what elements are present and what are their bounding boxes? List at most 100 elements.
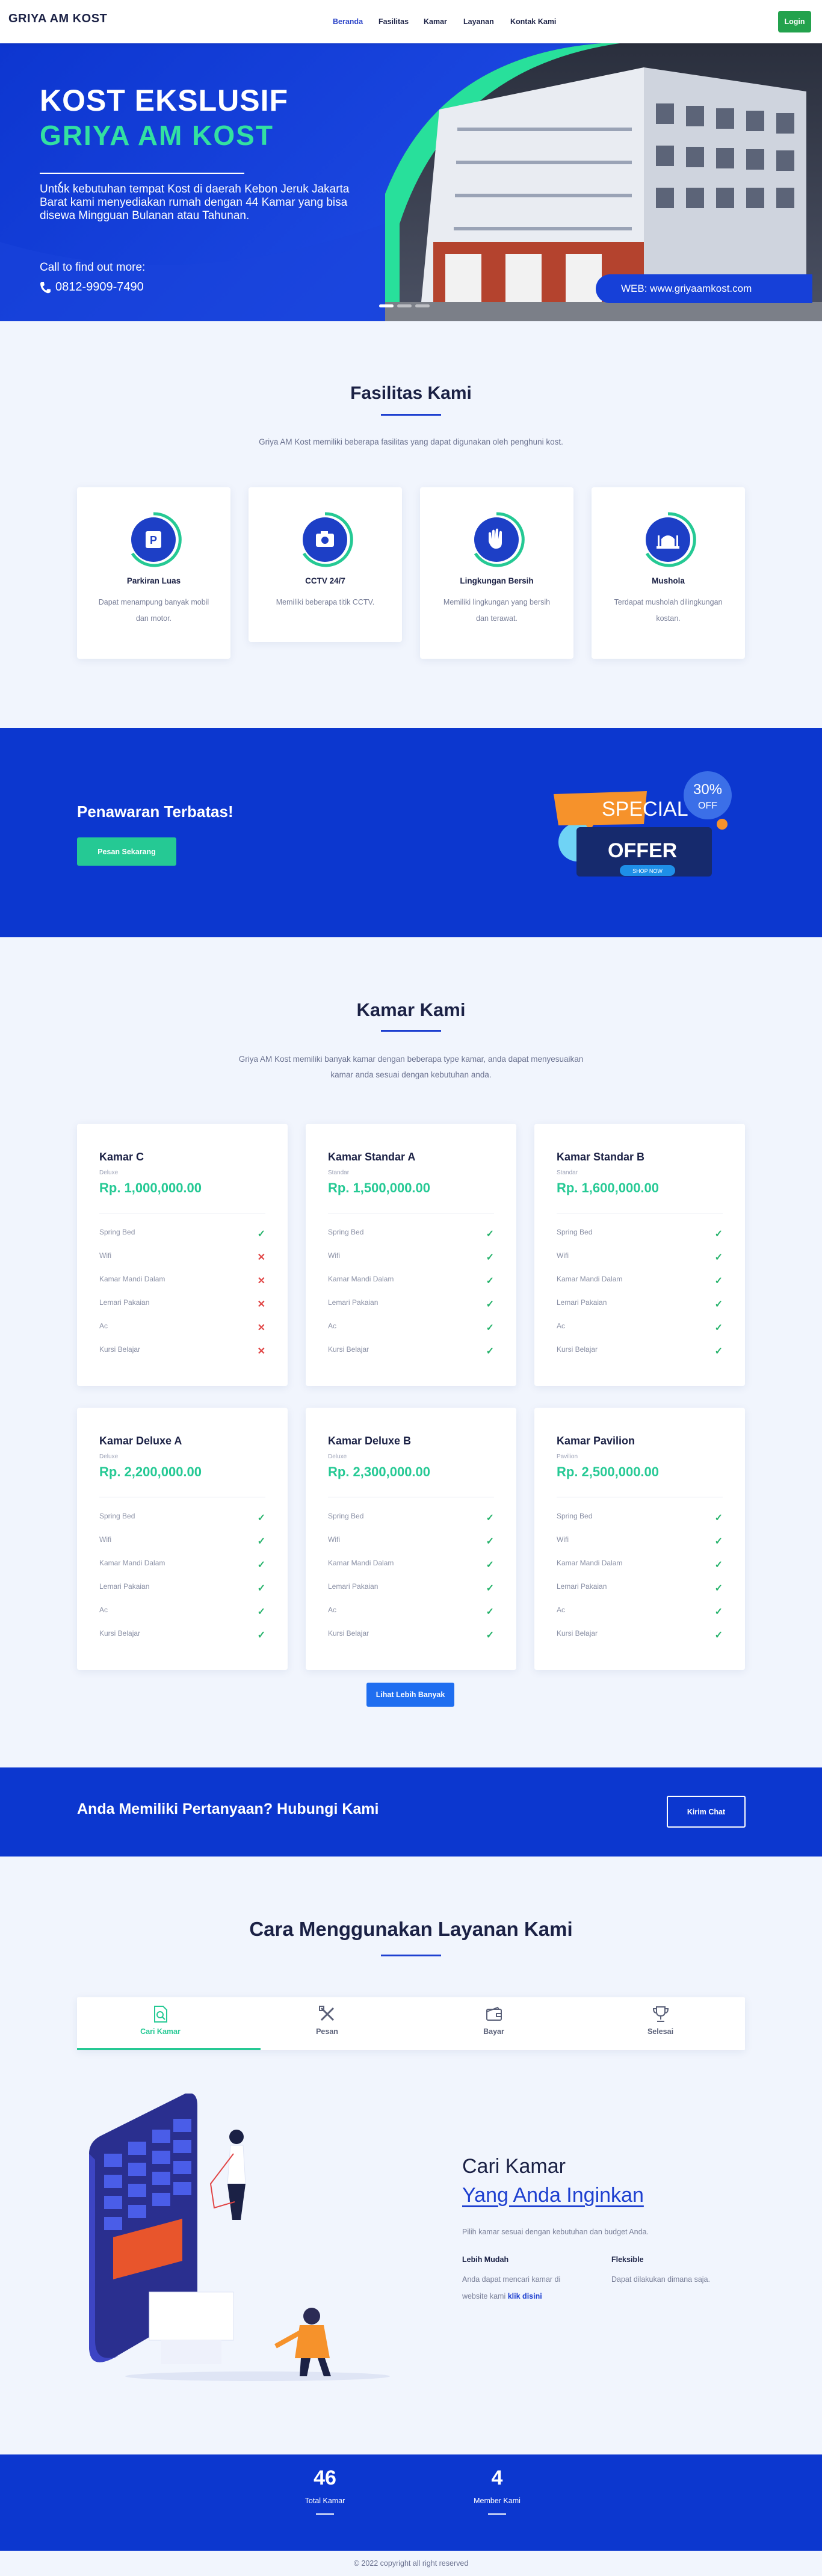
room-price: Rp. 1,600,000.00: [557, 1180, 660, 1195]
click-here-link[interactable]: klik disini: [508, 2292, 542, 2300]
hero-title-brand: GRIYA AM KOST: [40, 120, 274, 151]
login-button[interactable]: Login: [778, 11, 811, 32]
check-icon: ✓: [257, 1229, 265, 1239]
nav-link-beranda[interactable]: Beranda: [333, 17, 363, 26]
check-icon: ✓: [486, 1253, 494, 1263]
hero-phone-number: 0812-9909-7490: [55, 280, 144, 294]
room-tier: Deluxe: [99, 1169, 119, 1176]
nav-link-kontak[interactable]: Kontak Kami: [510, 17, 556, 26]
room-feature: Kamar Mandi Dalam ✓: [99, 1559, 265, 1571]
tab-cari-kamar[interactable]: Cari Kamar: [77, 1997, 261, 2050]
check-icon: ✓: [257, 1630, 265, 1641]
facility-title: CCTV 24/7: [305, 576, 345, 585]
mosque-icon: [645, 512, 696, 567]
nav-link-fasilitas[interactable]: Fasilitas: [379, 17, 409, 26]
room-name: Kamar C: [99, 1151, 144, 1163]
room-tier: Deluxe: [328, 1453, 347, 1460]
room-feature-label: Kamar Mandi Dalam: [557, 1559, 623, 1567]
check-icon: ✓: [257, 1536, 265, 1547]
room-feature: Wifi ✓: [557, 1251, 723, 1263]
room-feature-label: Kamar Mandi Dalam: [99, 1559, 165, 1567]
cross-icon: ✕: [257, 1346, 265, 1357]
check-icon: ✓: [486, 1276, 494, 1286]
badge-off-text: OFF: [698, 801, 717, 811]
order-now-button[interactable]: Pesan Sekarang: [77, 837, 176, 866]
cross-icon: ✕: [257, 1323, 265, 1333]
cross-icon: ✕: [257, 1299, 265, 1310]
rooms-subtitle: kamar anda sesuai dengan kebutuhan anda.: [330, 1070, 492, 1079]
feature-desc-line: website kami klik disini: [462, 2288, 542, 2305]
nav-link-kamar[interactable]: Kamar: [424, 17, 447, 26]
facility-desc: Memiliki lingkungan yang bersih dan tera…: [443, 598, 551, 623]
brand-logo[interactable]: GRIYA AM KOST: [8, 12, 107, 26]
contact-title: Anda Memiliki Pertanyaan? Hubungi Kami: [77, 1801, 379, 1817]
hero-divider: [40, 173, 244, 174]
room-feature-label: Kursi Belajar: [328, 1345, 369, 1354]
hero-phone[interactable]: 0812-9909-7490: [40, 280, 144, 294]
room-feature-label: Wifi: [328, 1251, 340, 1260]
check-icon: ✓: [257, 1560, 265, 1570]
room-price: Rp. 2,500,000.00: [557, 1464, 660, 1479]
room-feature-label: Lemari Pakaian: [99, 1582, 150, 1591]
check-icon: ✓: [714, 1253, 723, 1263]
badge-percent-text: 30%: [693, 781, 722, 798]
tab-selesai[interactable]: Selesai: [577, 1997, 744, 2050]
room-feature-label: Spring Bed: [557, 1228, 593, 1236]
tab-bayar[interactable]: Bayar: [410, 1997, 577, 2050]
room-feature: Wifi ✓: [99, 1535, 265, 1547]
slider-dot[interactable]: [397, 304, 412, 307]
room-feature: Kamar Mandi Dalam ✓: [557, 1275, 723, 1287]
facilities-title: Fasilitas Kami: [350, 383, 472, 403]
facility-desc: Dapat menampung banyak mobil dan motor.: [98, 598, 209, 623]
room-feature: Wifi ✓: [328, 1251, 494, 1263]
room-feature: Spring Bed ✓: [557, 1228, 723, 1240]
room-feature-label: Kursi Belajar: [557, 1629, 598, 1638]
camera-icon: [302, 512, 353, 567]
room-card[interactable]: Kamar Deluxe A Deluxe Rp. 2,200,000.00 Spri…: [77, 1408, 288, 1670]
tab-label: Pesan: [316, 2027, 338, 2036]
see-more-button[interactable]: Lihat Lebih Banyak: [366, 1683, 454, 1707]
check-icon: ✓: [714, 1229, 723, 1239]
section-underline: [381, 1030, 441, 1032]
offer-title: Penawaran Terbatas!: [77, 803, 233, 821]
tab-pesan[interactable]: Pesan: [244, 1997, 410, 2050]
facility-title: Parkiran Luas: [126, 576, 181, 585]
special-offer-badge: SPECIAL OFFER SHOP NOW 30% OFF: [554, 771, 732, 877]
check-icon: ✓: [486, 1299, 494, 1310]
room-card[interactable]: Kamar Pavilion Pavilion Rp. 2,500,000.00 Sp…: [534, 1408, 745, 1670]
send-chat-button[interactable]: Kirim Chat: [667, 1796, 746, 1828]
room-price: Rp. 2,200,000.00: [99, 1464, 202, 1479]
room-feature: Ac ✓: [328, 1322, 494, 1334]
facility-card-cctv: CCTV 24/7 Memiliki beberapa titik CCTV.: [249, 487, 402, 642]
room-feature-label: Ac: [557, 1322, 566, 1330]
feature-title: Lebih Mudah: [462, 2255, 509, 2264]
tools-icon: [319, 2006, 335, 2021]
website-badge[interactable]: WEB: www.griyaamkost.com: [596, 274, 812, 303]
badge-offer-text: OFFER: [608, 839, 677, 862]
check-icon: ✓: [714, 1513, 723, 1523]
check-icon: ✓: [257, 1513, 265, 1523]
nav-link-layanan[interactable]: Layanan: [463, 17, 494, 26]
room-feature-label: Ac: [328, 1606, 337, 1614]
slider-dot-active[interactable]: [379, 304, 394, 307]
check-icon: ✓: [486, 1513, 494, 1523]
room-tier: Standar: [328, 1169, 350, 1176]
hero-title: KOST EKSLUSIF: [40, 84, 289, 117]
room-card[interactable]: Kamar Deluxe B Deluxe Rp. 2,300,000.00 Spri…: [306, 1408, 516, 1670]
room-feature: Wifi ✕: [99, 1251, 265, 1263]
slider-dot[interactable]: [415, 304, 430, 307]
room-feature-label: Lemari Pakaian: [557, 1582, 607, 1591]
room-card[interactable]: Kamar Standar B Standar Rp. 1,600,000.00 Sp…: [534, 1124, 745, 1386]
facility-card-parking: P Parkiran Luas Dapat menampung banyak m…: [77, 487, 230, 659]
room-card[interactable]: Kamar C Deluxe Rp. 1,000,000.00 Spring Bed ✓…: [77, 1124, 288, 1386]
room-feature-label: Lemari Pakaian: [328, 1582, 379, 1591]
facility-title: Lingkungan Bersih: [460, 576, 534, 585]
room-name: Kamar Standar A: [328, 1151, 416, 1163]
slider-prev-icon[interactable]: ‹: [58, 174, 63, 193]
check-icon: ✓: [486, 1346, 494, 1357]
room-feature: Spring Bed ✓: [328, 1228, 494, 1240]
room-card[interactable]: Kamar Standar A Standar Rp. 1,500,000.00 Sp…: [306, 1124, 516, 1386]
facilities-subtitle: Griya AM Kost memiliki beberapa fasilita…: [259, 437, 563, 446]
room-price: Rp. 1,000,000.00: [99, 1180, 202, 1195]
section-underline: [381, 414, 441, 416]
